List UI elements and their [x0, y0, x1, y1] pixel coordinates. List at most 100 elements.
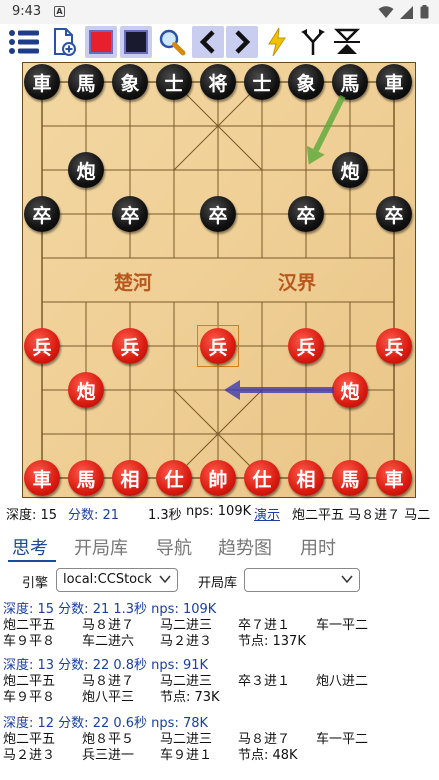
- time-text: 1.3秒: [148, 508, 182, 523]
- piece-label: 帥: [208, 468, 228, 491]
- piece-label: 車: [384, 468, 404, 491]
- move-text: 炮八平三: [82, 690, 135, 705]
- black-piece[interactable]: 炮: [332, 152, 368, 188]
- black-piece[interactable]: 将: [200, 64, 236, 100]
- branch-button[interactable]: [297, 26, 329, 58]
- black-piece[interactable]: 象: [288, 64, 324, 100]
- red-piece[interactable]: 兵: [112, 328, 148, 364]
- move-text: 马８进７: [82, 674, 135, 689]
- piece-label: 卒: [208, 204, 228, 227]
- black-piece[interactable]: 卒: [200, 196, 236, 232]
- red-piece[interactable]: 兵: [24, 328, 60, 364]
- black-piece[interactable]: 馬: [332, 64, 368, 100]
- analysis-list[interactable]: 深度: 15 分数: 21 1.3秒 nps: 109K 炮二平五 马８进７ 马…: [0, 600, 439, 780]
- red-piece[interactable]: 相: [288, 460, 324, 496]
- red-side-button[interactable]: [85, 26, 117, 58]
- move-text: 炮８平５: [82, 732, 135, 747]
- node-count-text: 节点: 137K: [238, 634, 306, 649]
- tab-opening-book[interactable]: 开局库: [74, 534, 128, 560]
- search-info-bar: 深度: 15 分数: 21 1.3秒 nps: 109K 演示 炮二平五 马８进…: [0, 501, 439, 523]
- tab-trend-chart[interactable]: 趋势图: [218, 534, 272, 560]
- board-grid: [22, 62, 416, 498]
- move-text: 马二进三: [160, 618, 213, 633]
- move-text: 马８进７: [82, 618, 135, 633]
- chess-board[interactable]: 楚河 汉界 車馬象士将士象馬車炮炮卒卒卒卒卒兵兵兵兵兵炮炮車馬相仕帥仕相馬車: [22, 62, 416, 498]
- black-side-swatch: [124, 30, 148, 54]
- flip-icon: [333, 28, 361, 54]
- red-piece[interactable]: 帥: [200, 460, 236, 496]
- tab-thinking[interactable]: 思考: [12, 534, 48, 560]
- river-label-chu: 楚河: [114, 272, 153, 294]
- tab-navigation[interactable]: 导航: [156, 534, 192, 560]
- move-text: 马２进３: [3, 748, 56, 763]
- move-text: 炮八进二: [316, 674, 369, 689]
- red-piece[interactable]: 馬: [332, 460, 368, 496]
- black-piece[interactable]: 士: [244, 64, 280, 100]
- black-piece[interactable]: 卒: [376, 196, 412, 232]
- red-piece[interactable]: 兵: [288, 328, 324, 364]
- red-piece[interactable]: 相: [112, 460, 148, 496]
- black-piece[interactable]: 車: [24, 64, 60, 100]
- score-text: 分数: 21: [68, 508, 120, 523]
- piece-label: 兵: [32, 336, 52, 359]
- move-text: 卒３进１: [238, 674, 291, 689]
- engine-select[interactable]: local:CCStock: [56, 568, 178, 592]
- tab-time-usage[interactable]: 用时: [300, 534, 336, 560]
- black-piece[interactable]: 卒: [24, 196, 60, 232]
- red-piece[interactable]: 仕: [244, 460, 280, 496]
- move-text: 兵三进一: [82, 748, 135, 763]
- piece-label: 兵: [120, 336, 140, 359]
- forward-button[interactable]: [226, 26, 258, 58]
- tab-bar: 思考 开局库 导航 趋势图 用时: [0, 526, 439, 566]
- piece-label: 炮: [340, 160, 360, 183]
- back-icon: [199, 30, 215, 54]
- piece-label: 車: [32, 72, 52, 95]
- move-text: 炮二平五: [3, 732, 56, 747]
- red-piece[interactable]: 炮: [332, 372, 368, 408]
- red-piece[interactable]: 炮: [68, 372, 104, 408]
- black-side-button[interactable]: [120, 26, 152, 58]
- engine-button[interactable]: [261, 26, 293, 58]
- red-piece[interactable]: 仕: [156, 460, 192, 496]
- black-piece[interactable]: 士: [156, 64, 192, 100]
- node-count-text: 节点: 48K: [238, 748, 298, 763]
- node-count-text: 节点: 73K: [160, 690, 220, 705]
- search-button[interactable]: [156, 26, 188, 58]
- red-piece[interactable]: 兵: [376, 328, 412, 364]
- menu-button[interactable]: [8, 26, 40, 58]
- demo-link[interactable]: 演示: [254, 504, 280, 523]
- chevron-down-icon: [159, 575, 171, 584]
- battery-icon: [420, 5, 429, 19]
- black-piece[interactable]: 馬: [68, 64, 104, 100]
- move-text: 马２进３: [160, 634, 213, 649]
- analysis-row: 车９平８ 车二进六 马２进３ 节点: 137K: [3, 634, 439, 650]
- move-text: 车９平８: [3, 690, 56, 705]
- red-piece[interactable]: 馬: [68, 460, 104, 496]
- move-text: 马８进７: [238, 732, 291, 747]
- piece-label: 車: [384, 72, 404, 95]
- flip-button[interactable]: [331, 26, 363, 58]
- black-piece[interactable]: 車: [376, 64, 412, 100]
- opening-book-select[interactable]: [244, 568, 360, 592]
- black-piece[interactable]: 象: [112, 64, 148, 100]
- analysis-row: 炮二平五 炮８平５ 马二进三 马８进７ 车一平二: [3, 732, 439, 748]
- move-text: 车一平二: [316, 732, 369, 747]
- new-game-button[interactable]: [48, 26, 80, 58]
- black-piece[interactable]: 炮: [68, 152, 104, 188]
- piece-label: 象: [296, 72, 316, 95]
- analysis-entry: 深度: 12 分数: 22 0.6秒 nps: 78K 炮二平五 炮８平５ 马二…: [3, 716, 439, 764]
- piece-label: 馬: [340, 72, 360, 95]
- move-text: 卒７进１: [238, 618, 291, 633]
- red-piece[interactable]: 車: [24, 460, 60, 496]
- piece-label: 卒: [120, 204, 140, 227]
- red-piece[interactable]: 車: [376, 460, 412, 496]
- red-piece[interactable]: 兵: [200, 328, 236, 364]
- analysis-header: 深度: 15 分数: 21 1.3秒 nps: 109K: [3, 602, 217, 617]
- depth-text: 深度: 15: [6, 508, 58, 523]
- active-tab-indicator: [8, 560, 56, 562]
- black-piece[interactable]: 卒: [288, 196, 324, 232]
- back-button[interactable]: [192, 26, 224, 58]
- move-text: 炮二平五: [3, 674, 56, 689]
- analysis-entry: 深度: 13 分数: 22 0.8秒 nps: 91K 炮二平五 马８进７ 马二…: [3, 658, 439, 706]
- black-piece[interactable]: 卒: [112, 196, 148, 232]
